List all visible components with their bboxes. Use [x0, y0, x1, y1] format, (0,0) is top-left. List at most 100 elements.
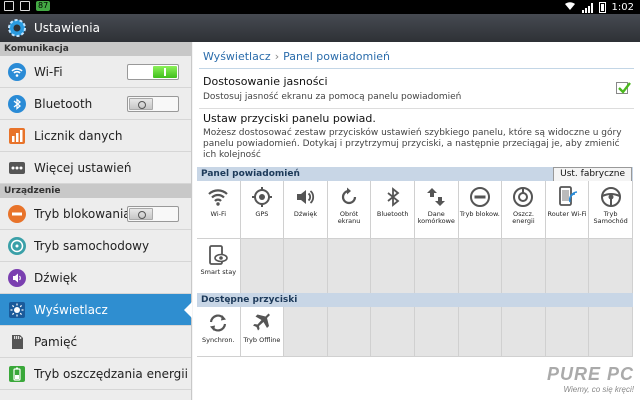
gps-icon: [250, 185, 274, 209]
sidebar-item-blocking-mode[interactable]: Tryb blokowania: [0, 198, 191, 230]
section-header-device: Urządzenie: [0, 184, 191, 198]
empty-slot: [414, 239, 459, 297]
airplane-icon: [250, 311, 274, 335]
blocking-mode-toggle[interactable]: [127, 206, 179, 222]
sidebar-item-label: Bluetooth: [34, 96, 93, 111]
battery-notification-badge: 87: [36, 1, 51, 11]
available-buttons-header: Dostępne przyciski: [197, 293, 633, 307]
panel-button-label: Tryb blokow.: [459, 210, 500, 218]
panel-button-label: Synchron.: [202, 336, 235, 344]
settings-gear-icon[interactable]: [6, 17, 28, 39]
empty-slot: [327, 307, 372, 357]
panel-button-label: GPS: [255, 210, 269, 218]
smart-stay-icon: [206, 243, 230, 267]
wifi-icon: [206, 185, 230, 209]
panel-button-label: Oszcz. energii: [512, 210, 535, 225]
sidebar-item-label: Licznik danych: [34, 128, 123, 143]
data-usage-icon: [8, 127, 26, 145]
sidebar-item-sound[interactable]: Dźwięk: [0, 262, 191, 294]
breadcrumb-divider: [199, 68, 634, 69]
empty-slot: [414, 307, 459, 357]
panel-button-label: Tryb Samochód: [593, 210, 628, 225]
empty-slot: [589, 307, 633, 357]
sidebar-item-driving-mode[interactable]: Tryb samochodowy: [0, 230, 191, 262]
sidebar-item-label: Więcej ustawień: [34, 160, 132, 175]
clock: 1:02: [611, 2, 634, 13]
bluetooth-icon: [8, 94, 26, 113]
empty-slot: [240, 239, 285, 297]
more-dots-icon: [8, 159, 26, 177]
empty-slot: [545, 239, 590, 297]
bluetooth-toggle[interactable]: [127, 96, 179, 112]
sidebar-item-display[interactable]: Wyświetlacz: [0, 294, 192, 326]
sidebar-item-more-settings[interactable]: Więcej ustawień: [0, 152, 191, 184]
brightness-checkbox[interactable]: [616, 82, 631, 94]
panel-buttons-description: Możesz dostosować zestaw przycisków usta…: [203, 128, 622, 160]
watermark-brand: PURE PC: [546, 364, 634, 384]
action-bar: Ustawienia: [0, 14, 640, 42]
panel-button-label: Bluetooth: [376, 210, 409, 218]
rotate-icon: [337, 185, 361, 209]
sidebar-item-storage[interactable]: Pamięć: [0, 326, 191, 358]
empty-slot: [284, 307, 328, 357]
panel-button-label: Dane komórkowe: [417, 210, 455, 225]
row-divider: [199, 108, 634, 109]
available-buttons-grid: Synchron. Tryb Offline: [197, 307, 633, 357]
driving-mode-icon: [599, 185, 623, 209]
app-title: Ustawienia: [34, 21, 100, 35]
sidebar-item-power-saving[interactable]: Tryb oszczędzania energii: [0, 358, 191, 390]
storage-icon: [8, 333, 26, 351]
breadcrumb-display[interactable]: Wyświetlacz: [203, 50, 271, 63]
panel-button-label: Smart stay: [200, 268, 237, 276]
sidebar-item-label: Tryb oszczędzania energii: [34, 366, 188, 381]
status-bar: 87 1:02: [0, 0, 640, 14]
panel-button-bluetooth[interactable]: Bluetooth: [371, 181, 415, 239]
panel-button-label: Dźwięk: [293, 210, 318, 218]
available-button-sync[interactable]: Synchron.: [197, 307, 241, 357]
panel-button-label: Obrót ekranu: [337, 210, 361, 225]
sidebar-item-bluetooth[interactable]: Bluetooth: [0, 88, 191, 120]
blocking-mode-icon: [468, 185, 492, 209]
wifi-signal-icon: [564, 1, 576, 14]
battery-icon: [598, 2, 606, 13]
display-settings-pane: Wyświetlacz › Panel powiadomień Dostosowan…: [193, 42, 640, 400]
panel-button-driving-mode[interactable]: Tryb Samochód: [589, 181, 633, 239]
panel-button-gps[interactable]: GPS: [240, 181, 285, 239]
mobile-data-icon: [424, 185, 448, 209]
panel-button-hotspot[interactable]: Router Wi-Fi: [545, 181, 590, 239]
available-button-airplane[interactable]: Tryb Offline: [240, 307, 285, 357]
brightness-subtitle: Dostosuj jasność ekranu za pomocą panelu…: [203, 92, 462, 102]
panel-button-rotate[interactable]: Obrót ekranu: [327, 181, 372, 239]
factory-reset-button[interactable]: Ust. fabryczne: [553, 167, 632, 182]
empty-slot: [458, 239, 503, 297]
panel-button-label: Tryb Offline: [243, 336, 281, 344]
panel-button-mobile-data[interactable]: Dane komórkowe: [414, 181, 459, 239]
panel-button-smart-stay[interactable]: Smart stay: [197, 239, 241, 297]
sound-icon: [293, 185, 317, 209]
wifi-toggle[interactable]: [127, 64, 179, 80]
panel-button-power-saving[interactable]: Oszcz. energii: [502, 181, 546, 239]
sidebar-item-label: Wyświetlacz: [34, 302, 108, 317]
empty-slot: [589, 239, 633, 297]
cell-signal-icon: [581, 2, 593, 13]
sidebar-item-wifi[interactable]: Wi-Fi: [0, 56, 191, 88]
brightness-title: Dostosowanie jasności: [203, 75, 328, 88]
panel-button-wifi[interactable]: Wi-Fi: [197, 181, 241, 239]
sidebar-item-data-usage[interactable]: Licznik danych: [0, 120, 191, 152]
panel-button-blocking-mode[interactable]: Tryb blokow.: [458, 181, 503, 239]
panel-button-label: Wi-Fi: [210, 210, 227, 218]
empty-slot: [502, 307, 546, 357]
blocking-mode-icon: [8, 204, 26, 223]
sync-icon: [206, 311, 230, 335]
driving-mode-icon: [8, 236, 26, 255]
empty-slot: [327, 239, 372, 297]
panel-button-sound[interactable]: Dźwięk: [284, 181, 328, 239]
gallery-notification-icon: [4, 1, 14, 11]
empty-slot: [458, 307, 503, 357]
panel-button-label: Router Wi-Fi: [547, 210, 587, 218]
section-header-communication: Komunikacja: [0, 42, 191, 56]
empty-slot: [371, 307, 415, 357]
sidebar-item-label: Tryb samochodowy: [34, 238, 150, 253]
breadcrumb: Wyświetlacz › Panel powiadomień: [203, 50, 390, 63]
wifi-icon: [8, 62, 26, 81]
